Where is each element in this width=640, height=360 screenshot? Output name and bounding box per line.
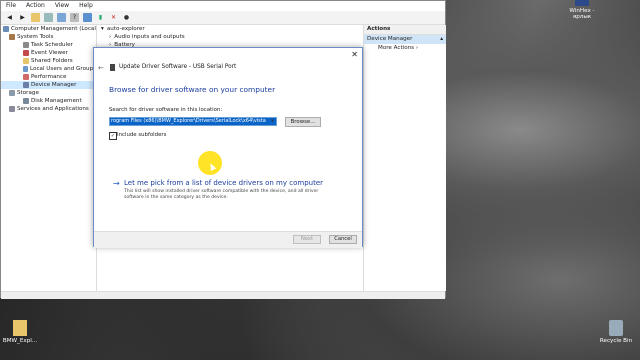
desktop-icon-winhex[interactable]: WinHex - ярлык — [562, 0, 602, 20]
tree-item-label: Shared Folders — [31, 58, 73, 64]
search-location-label: Search for driver software in this locat… — [109, 107, 223, 113]
menu-file[interactable]: File — [1, 1, 21, 11]
forward-icon[interactable]: ▶ — [18, 13, 27, 22]
tree-item-label: Computer Management (Local — [11, 26, 96, 32]
tree-item-shared-folders[interactable]: Shared Folders — [1, 57, 96, 65]
update-driver-dialog: ✕ ← Update Driver Software - USB Serial … — [93, 47, 363, 248]
usb-device-icon — [110, 64, 115, 71]
chevron-right-icon: › — [415, 45, 419, 51]
desktop-icon-label: WinHex - ярлык — [569, 8, 595, 20]
chevron-down-icon: ▾ — [101, 26, 104, 32]
tree-item-label: Device Manager — [31, 82, 77, 88]
services-icon — [9, 106, 15, 112]
more-actions-link[interactable]: More Actions › — [364, 44, 446, 53]
tree-item-label: Performance — [31, 74, 67, 80]
desktop-icon-label: BMW_Expl... — [2, 338, 38, 344]
view-icon[interactable] — [83, 13, 92, 22]
driver-path-value: rogram Files (x86)\BMW_Explorer\Drivers\… — [110, 118, 276, 125]
dialog-heading: Browse for driver software on your compu… — [109, 85, 276, 94]
device-manager-icon — [23, 82, 29, 88]
menu-view[interactable]: View — [50, 1, 74, 11]
menu-help[interactable]: Help — [74, 1, 98, 11]
users-icon — [23, 66, 29, 72]
tree-item-label: Local Users and Groups — [30, 66, 96, 72]
close-icon[interactable]: ✕ — [351, 51, 358, 59]
dialog-title: Update Driver Software - USB Serial Port — [119, 64, 237, 70]
performance-icon — [23, 74, 29, 80]
pick-from-list-description: This list will show installed driver sof… — [124, 189, 319, 200]
tree-item-label: Disk Management — [31, 98, 82, 104]
back-arrow-icon[interactable]: ← — [98, 64, 104, 72]
desktop-icon-bmw-explorer[interactable]: BMW_Expl... — [0, 320, 40, 344]
next-button[interactable]: Next — [293, 235, 321, 244]
uninstall-icon[interactable]: ✕ — [109, 13, 118, 22]
computer-icon — [3, 26, 9, 32]
tree-item-device-manager[interactable]: Device Manager — [1, 81, 96, 89]
horizontal-scrollbar[interactable] — [1, 291, 445, 299]
tree-item-label: Task Scheduler — [31, 42, 73, 48]
list-item-label: Audio inputs and outputs — [114, 34, 185, 40]
folder-icon — [23, 58, 29, 64]
include-subfolders-label: Include subfolders — [117, 132, 167, 138]
dialog-footer — [94, 231, 362, 248]
tree-item-label: Storage — [17, 90, 39, 96]
clock-icon — [23, 42, 29, 48]
folder-icon[interactable] — [31, 13, 40, 22]
desktop-icon-recycle-bin[interactable]: Recycle Bin — [596, 320, 636, 344]
cancel-button[interactable]: Cancel — [329, 235, 357, 244]
more-actions-label: More Actions — [378, 45, 415, 51]
tree-item-local-users[interactable]: Local Users and Groups — [1, 65, 96, 73]
tree-item-label: Event Viewer — [31, 50, 68, 56]
winhex-icon — [575, 0, 589, 6]
tree-item-computer-management[interactable]: Computer Management (Local — [1, 25, 96, 33]
update-driver-icon[interactable]: ▮ — [96, 13, 105, 22]
console-icon[interactable] — [44, 13, 53, 22]
actions-header: Actions — [364, 25, 446, 35]
tools-icon — [9, 34, 15, 40]
folder-icon — [13, 320, 27, 336]
tree-item-event-viewer[interactable]: Event Viewer — [1, 49, 96, 57]
chevron-down-icon[interactable]: ▾ — [269, 118, 276, 125]
tree-item-task-scheduler[interactable]: Task Scheduler — [1, 41, 96, 49]
help-icon[interactable]: ? — [70, 13, 79, 22]
tree-item-services-apps[interactable]: Services and Applications — [1, 105, 96, 113]
scan-hardware-icon[interactable]: ● — [122, 13, 131, 22]
include-subfolders-checkbox[interactable]: ✓ — [109, 132, 117, 140]
pick-from-list-link[interactable]: Let me pick from a list of device driver… — [124, 179, 323, 187]
driver-path-input[interactable]: rogram Files (x86)\BMW_Explorer\Drivers\… — [109, 117, 277, 126]
arrow-right-icon[interactable]: → — [113, 179, 120, 188]
actions-device-manager[interactable]: Device Manager ▴ — [364, 35, 446, 44]
actions-selected-label: Device Manager — [367, 36, 413, 42]
tree-item-label: Services and Applications — [17, 106, 89, 112]
toolbar: ◀ ▶ ? ▮ ✕ ● — [1, 11, 445, 25]
tree-item-label: System Tools — [17, 34, 54, 40]
disk-icon — [23, 98, 29, 104]
tree-item-system-tools[interactable]: System Tools — [1, 33, 96, 41]
list-item-label: auto-explorer — [106, 26, 145, 32]
console-tree: Computer Management (Local System Tools … — [1, 25, 97, 291]
tree-item-disk-management[interactable]: Disk Management — [1, 97, 96, 105]
menu-action[interactable]: Action — [21, 1, 50, 11]
chevron-right-icon: › — [109, 34, 112, 40]
browse-button[interactable]: Browse... — [285, 117, 321, 127]
event-icon — [23, 50, 29, 56]
menu-bar: File Action View Help — [1, 1, 445, 11]
tree-item-performance[interactable]: Performance — [1, 73, 96, 81]
recycle-bin-icon — [609, 320, 623, 336]
back-icon[interactable]: ◀ — [5, 13, 14, 22]
device-root[interactable]: ▾ auto-explorer — [97, 25, 363, 33]
storage-icon — [9, 90, 15, 96]
device-category-audio[interactable]: › Audio inputs and outputs — [97, 33, 363, 41]
actions-pane: Actions Device Manager ▴ More Actions › — [363, 25, 446, 291]
properties-icon[interactable] — [57, 13, 66, 22]
tree-item-storage[interactable]: Storage — [1, 89, 96, 97]
collapse-icon[interactable]: ▴ — [440, 35, 443, 44]
desktop-icon-label: Recycle Bin — [599, 338, 633, 344]
